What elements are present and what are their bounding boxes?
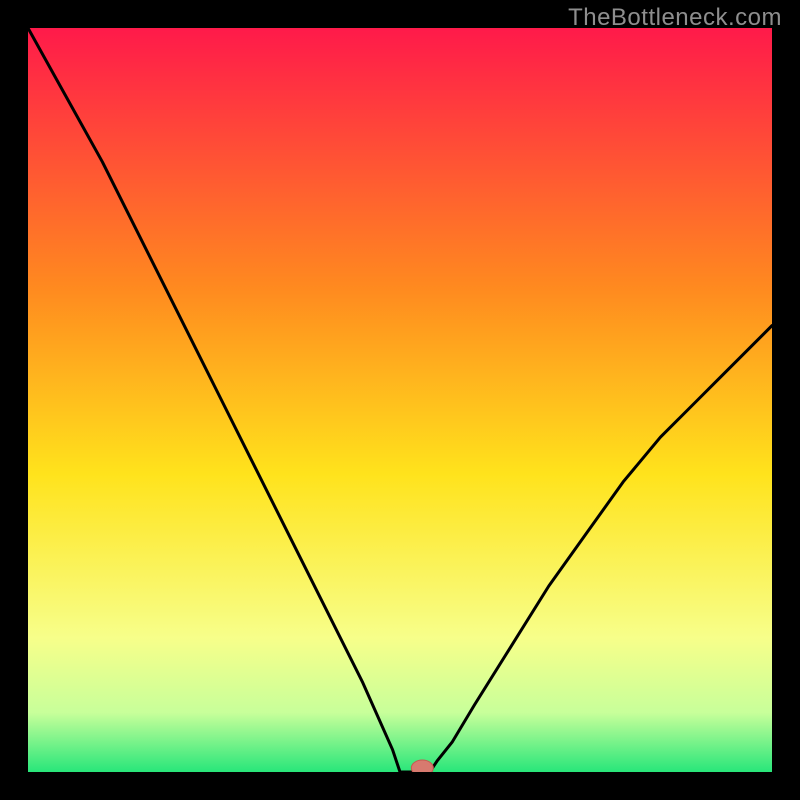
- chart-background-gradient: [28, 28, 772, 772]
- optimum-marker: [411, 760, 433, 772]
- watermark-label: TheBottleneck.com: [568, 4, 782, 32]
- chart-svg: [28, 28, 772, 772]
- chart-frame: TheBottleneck.com: [0, 0, 800, 800]
- chart-plot-area: [28, 28, 772, 772]
